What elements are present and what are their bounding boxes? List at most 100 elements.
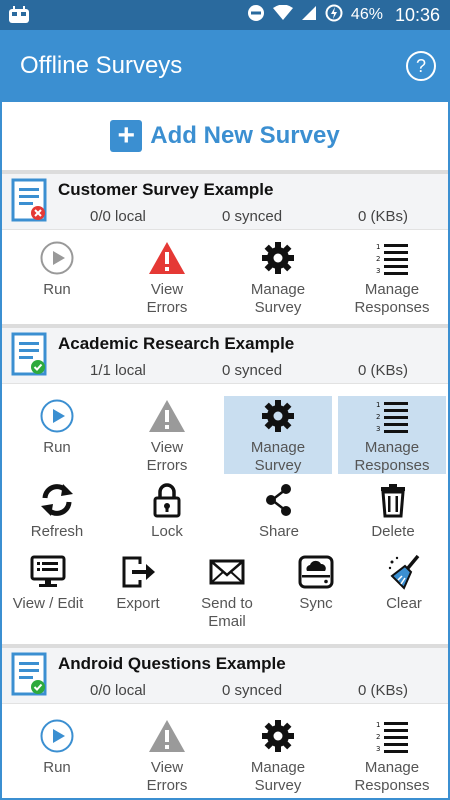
run-label: Run [43,281,71,298]
clear-label: Clear [386,595,422,612]
view-errors-label: View Errors [146,281,188,316]
synced-count: 0 synced [222,208,283,225]
delete-button[interactable]: Delete [338,482,448,546]
page-title: Offline Surveys [20,52,183,79]
refresh-button[interactable]: Refresh [2,482,112,546]
plus-icon: + [110,120,143,152]
survey-error-document-icon [11,178,49,229]
local-count: 0/0 local [90,208,146,225]
svg-text:2: 2 [376,733,380,741]
svg-text:1: 1 [376,401,380,409]
svg-text:1: 1 [376,243,380,251]
send-to-email-label: Send to Email [201,595,253,630]
export-button[interactable]: Export [94,554,182,634]
manage-survey-button[interactable]: Manage Survey [224,396,332,474]
survey-ok-document-icon [11,652,49,703]
status-bar: 46% 10:36 [0,0,450,30]
list-icon: 1 2 3 [336,240,448,276]
sync-label: Sync [299,595,333,612]
play-icon [2,398,112,434]
run-button[interactable]: Run [2,230,112,318]
clear-button[interactable]: Clear [360,554,448,634]
local-count: 1/1 local [90,362,146,379]
view-edit-button[interactable]: View / Edit [2,554,94,634]
manage-responses-label: Manage Responses [354,439,430,474]
svg-text:2: 2 [376,413,380,421]
cloud-drive-icon [272,554,360,590]
export-icon [94,554,182,590]
view-edit-label: View / Edit [12,595,84,612]
play-icon [2,718,112,754]
run-label: Run [43,439,71,456]
data-size: 0 (KBs) [358,362,409,379]
svg-text:3: 3 [376,425,380,433]
gear-icon [222,718,334,754]
refresh-label: Refresh [30,523,84,540]
manage-survey-label: Manage Survey [250,281,306,316]
app-bar: Offline Surveys ? [0,30,450,102]
share-button[interactable]: Share [224,482,334,546]
survey-header[interactable]: Academic Research Example 1/1 local 0 sy… [2,328,448,384]
play-icon [2,240,112,276]
battery-saver-icon [325,4,343,27]
battery-level: 46% [350,6,383,23]
android-notification-icon [8,5,30,30]
view-errors-button[interactable]: View Errors [112,712,222,798]
help-button[interactable]: ? [406,51,436,81]
survey-title: Academic Research Example [58,334,295,353]
monitor-icon [2,554,94,590]
send-to-email-button[interactable]: Send to Email [182,554,272,634]
view-errors-button[interactable]: View Errors [112,230,222,318]
share-label: Share [258,523,300,540]
warning-icon [112,718,222,754]
add-new-survey-label: Add New Survey [150,122,340,149]
view-errors-button[interactable]: View Errors [112,392,222,474]
survey-list: + Add New Survey Customer Survey Example… [0,102,450,800]
survey-ok-document-icon [11,332,49,383]
warning-icon [112,240,222,276]
gear-icon [224,398,332,434]
manage-responses-button[interactable]: 1 2 3 Manage Responses [336,230,448,318]
manage-survey-label: Manage Survey [250,439,306,474]
warning-icon [112,398,222,434]
local-count: 0/0 local [90,682,146,699]
share-icon [224,482,334,518]
manage-survey-label: Manage Survey [250,759,306,794]
svg-text:3: 3 [376,745,380,753]
manage-responses-label: Manage Responses [354,759,430,794]
manage-responses-button[interactable]: 1 2 3 Manage Responses [338,396,446,474]
lock-label: Lock [151,523,183,540]
survey-title: Customer Survey Example [58,180,274,199]
do-not-disturb-icon [247,4,265,27]
data-size: 0 (KBs) [358,682,409,699]
synced-count: 0 synced [222,362,283,379]
manage-survey-button[interactable]: Manage Survey [222,712,334,798]
survey-header[interactable]: Customer Survey Example 0/0 local 0 sync… [2,174,448,230]
sync-button[interactable]: Sync [272,554,360,634]
add-new-survey-button[interactable]: + Add New Survey [2,102,448,170]
delete-label: Delete [371,523,415,540]
view-errors-label: View Errors [146,439,188,474]
broom-icon [360,554,448,590]
svg-text:2: 2 [376,255,380,263]
synced-count: 0 synced [222,682,283,699]
run-label: Run [43,759,71,776]
view-errors-label: View Errors [146,759,188,794]
manage-survey-button[interactable]: Manage Survey [222,230,334,318]
survey-header[interactable]: Android Questions Example 0/0 local 0 sy… [2,648,448,704]
survey-title: Android Questions Example [58,654,286,673]
list-icon: 1 2 3 [336,718,448,754]
refresh-icon [2,482,112,518]
email-icon [182,554,272,590]
manage-responses-button[interactable]: 1 2 3 Manage Responses [336,712,448,798]
lock-button[interactable]: Lock [112,482,222,546]
list-icon: 1 2 3 [338,398,446,434]
trash-icon [338,482,448,518]
run-button[interactable]: Run [2,392,112,472]
wifi-icon [272,4,293,26]
run-button[interactable]: Run [2,712,112,798]
data-size: 0 (KBs) [358,208,409,225]
signal-icon [301,5,317,26]
gear-icon [222,240,334,276]
svg-text:3: 3 [376,267,380,275]
